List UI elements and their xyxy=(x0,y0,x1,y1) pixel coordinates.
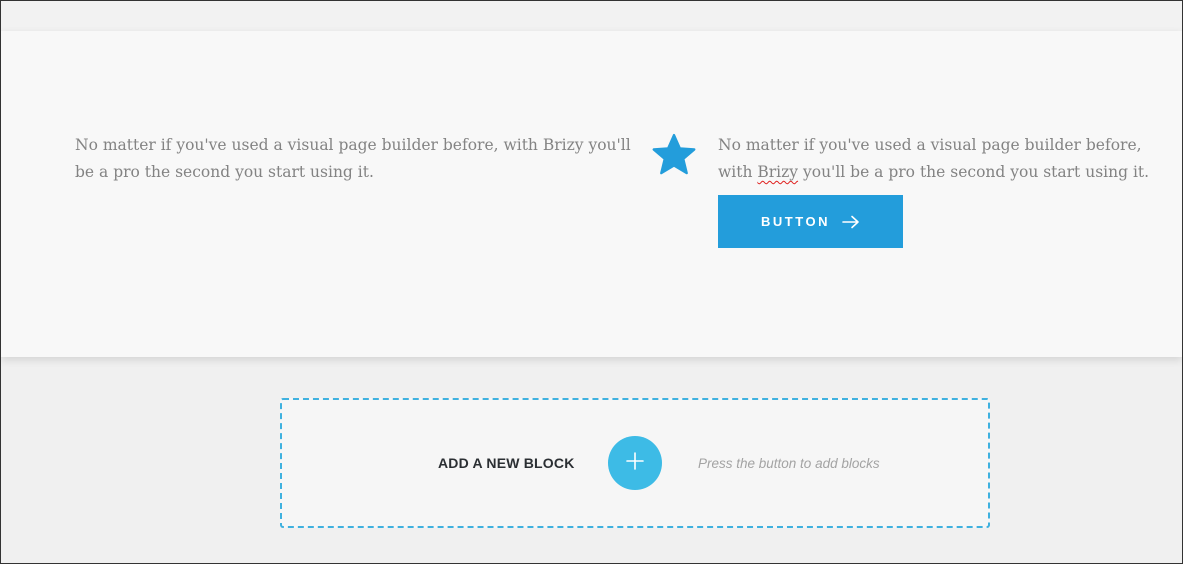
plus-icon xyxy=(625,451,645,476)
add-block-hint: Press the button to add blocks xyxy=(698,456,880,471)
left-paragraph[interactable]: No matter if you've used a visual page b… xyxy=(75,132,635,186)
top-strip xyxy=(1,1,1182,31)
add-block-label: ADD A NEW BLOCK xyxy=(438,455,575,471)
right-paragraph[interactable]: No matter if you've used a visual page b… xyxy=(718,132,1178,186)
right-paragraph-suffix: you'll be a pro the second you start usi… xyxy=(798,163,1150,181)
cta-button-label: BUTTON xyxy=(761,214,830,229)
arrow-right-icon xyxy=(842,215,860,229)
content-section[interactable]: No matter if you've used a visual page b… xyxy=(1,31,1182,357)
add-block-zone[interactable]: ADD A NEW BLOCK Press the button to add … xyxy=(280,398,990,528)
add-block-button[interactable] xyxy=(608,436,662,490)
cta-button[interactable]: BUTTON xyxy=(718,195,903,248)
spellcheck-flagged-word: Brizy xyxy=(757,163,799,181)
page-canvas: No matter if you've used a visual page b… xyxy=(0,0,1183,564)
star-icon[interactable] xyxy=(651,132,697,178)
